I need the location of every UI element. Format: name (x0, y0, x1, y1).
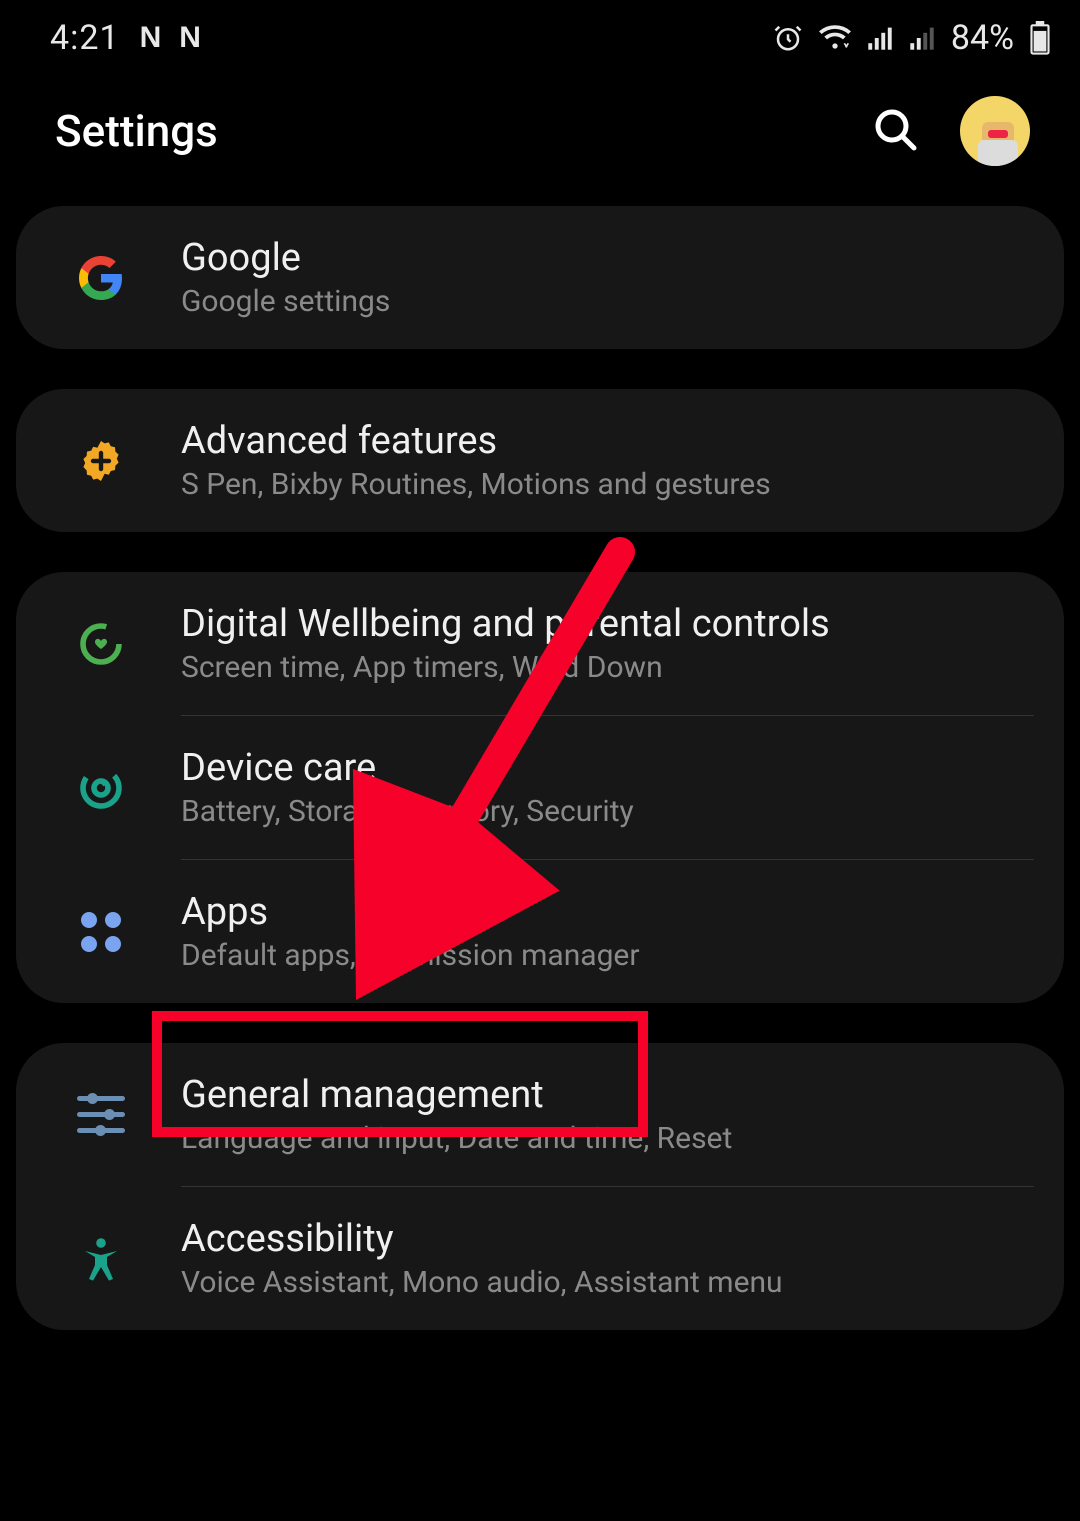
status-time: 4:21 (50, 18, 120, 58)
settings-group: Digital Wellbeing and parental controls … (16, 572, 1064, 1003)
settings-group: Google Google settings (16, 206, 1064, 349)
signal-icon-2 (909, 25, 935, 51)
settings-row-advanced-features[interactable]: Advanced features S Pen, Bixby Routines,… (16, 389, 1064, 532)
row-title: General management (181, 1073, 1034, 1117)
signal-icon-1 (867, 25, 893, 51)
settings-row-device-care[interactable]: Device care Battery, Storage, Memory, Se… (16, 716, 1064, 859)
status-bar: 4:21 N N 84% (0, 0, 1080, 76)
search-icon (872, 142, 920, 157)
status-right: 84% (773, 18, 1050, 58)
wellbeing-icon (76, 619, 126, 669)
settings-row-apps[interactable]: Apps Default apps, Permission manager (16, 860, 1064, 1003)
battery-icon (1030, 21, 1050, 55)
notification-icon-2: N (179, 21, 199, 55)
page-title: Settings (55, 105, 218, 157)
notification-icon-1: N (140, 21, 160, 55)
settings-row-general-management[interactable]: General management Language and input, D… (16, 1043, 1064, 1186)
apps-icon (76, 907, 126, 957)
header-actions (872, 96, 1030, 166)
settings-header: Settings (0, 76, 1080, 206)
row-title: Apps (181, 890, 1034, 934)
settings-row-google[interactable]: Google Google settings (16, 206, 1064, 349)
alarm-icon (773, 23, 803, 53)
accessibility-icon (76, 1234, 126, 1284)
row-title: Accessibility (181, 1217, 1034, 1261)
avatar-mouth (988, 130, 1008, 138)
settings-group: General management Language and input, D… (16, 1043, 1064, 1330)
google-icon (76, 253, 126, 303)
battery-percent: 84% (951, 18, 1014, 58)
profile-avatar[interactable] (960, 96, 1030, 166)
search-button[interactable] (872, 106, 920, 157)
settings-list: Google Google settings Advanced features… (0, 206, 1080, 1330)
row-subtitle: Default apps, Permission manager (181, 938, 1034, 973)
row-subtitle: Screen time, App timers, Wind Down (181, 650, 1034, 685)
sliders-icon (76, 1090, 126, 1140)
status-left: 4:21 N N (50, 18, 199, 58)
row-title: Digital Wellbeing and parental controls (181, 602, 1034, 646)
row-subtitle: Battery, Storage, Memory, Security (181, 794, 1034, 829)
wifi-icon (819, 23, 851, 53)
settings-row-accessibility[interactable]: Accessibility Voice Assistant, Mono audi… (16, 1187, 1064, 1330)
settings-group: Advanced features S Pen, Bixby Routines,… (16, 389, 1064, 532)
row-title: Advanced features (181, 419, 1034, 463)
row-subtitle: Language and input, Date and time, Reset (181, 1121, 1034, 1156)
row-subtitle: Voice Assistant, Mono audio, Assistant m… (181, 1265, 1034, 1300)
avatar-body (978, 140, 1018, 166)
row-title: Device care (181, 746, 1034, 790)
row-subtitle: Google settings (181, 284, 1034, 319)
device-care-icon (76, 763, 126, 813)
row-title: Google (181, 236, 1034, 280)
gear-plus-icon (76, 436, 126, 486)
row-subtitle: S Pen, Bixby Routines, Motions and gestu… (181, 467, 1034, 502)
settings-row-digital-wellbeing[interactable]: Digital Wellbeing and parental controls … (16, 572, 1064, 715)
